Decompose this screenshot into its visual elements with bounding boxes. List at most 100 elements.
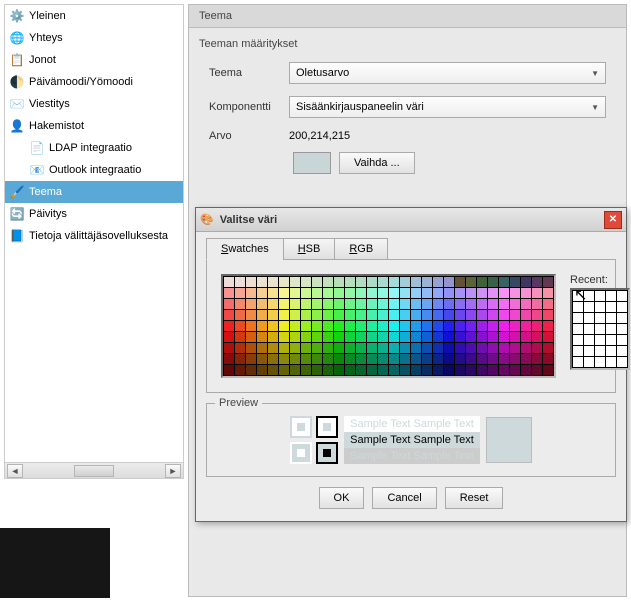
color-swatch[interactable]: [532, 277, 542, 287]
sidebar-item-teema[interactable]: 🖌️Teema: [5, 181, 183, 203]
color-swatch[interactable]: [389, 365, 399, 375]
color-swatch[interactable]: [235, 365, 245, 375]
color-swatch[interactable]: [301, 277, 311, 287]
color-swatch[interactable]: [378, 277, 388, 287]
color-swatch[interactable]: [400, 288, 410, 298]
color-swatch[interactable]: [477, 299, 487, 309]
color-swatch[interactable]: [400, 299, 410, 309]
color-swatch[interactable]: [268, 321, 278, 331]
recent-swatch[interactable]: [606, 291, 616, 301]
color-swatch[interactable]: [389, 277, 399, 287]
color-swatch[interactable]: [389, 321, 399, 331]
recent-swatch[interactable]: [573, 357, 583, 367]
color-swatch[interactable]: [323, 299, 333, 309]
color-swatch[interactable]: [323, 343, 333, 353]
color-swatch[interactable]: [389, 310, 399, 320]
tab-rgb[interactable]: RGB: [334, 238, 388, 260]
color-swatch[interactable]: [444, 354, 454, 364]
sidebar-item-p-iv-moodi-y-moodi[interactable]: 🌓Päivämoodi/Yömoodi: [5, 71, 183, 93]
recent-swatch[interactable]: [584, 313, 594, 323]
color-swatch[interactable]: [235, 299, 245, 309]
color-swatch[interactable]: [433, 332, 443, 342]
color-swatch[interactable]: [279, 354, 289, 364]
recent-swatch[interactable]: [595, 346, 605, 356]
color-swatch[interactable]: [444, 343, 454, 353]
color-swatch[interactable]: [499, 288, 509, 298]
color-swatch[interactable]: [367, 299, 377, 309]
sidebar-item-outlook-integraatio[interactable]: 📧Outlook integraatio: [5, 159, 183, 181]
color-swatch[interactable]: [356, 365, 366, 375]
color-swatch[interactable]: [422, 321, 432, 331]
color-swatch[interactable]: [510, 332, 520, 342]
color-swatch[interactable]: [235, 310, 245, 320]
color-swatch[interactable]: [334, 354, 344, 364]
color-swatch[interactable]: [323, 277, 333, 287]
color-swatch[interactable]: [444, 321, 454, 331]
color-swatch[interactable]: [444, 310, 454, 320]
recent-swatch[interactable]: [606, 313, 616, 323]
color-swatch[interactable]: [268, 288, 278, 298]
color-swatch[interactable]: [488, 310, 498, 320]
color-swatch[interactable]: [455, 299, 465, 309]
sidebar-item-yleinen[interactable]: ⚙️Yleinen: [5, 5, 183, 27]
recent-swatch[interactable]: [595, 357, 605, 367]
recent-swatch[interactable]: [584, 302, 594, 312]
color-swatch[interactable]: [521, 343, 531, 353]
recent-swatch[interactable]: [584, 346, 594, 356]
color-swatch[interactable]: [312, 321, 322, 331]
color-swatch[interactable]: [224, 332, 234, 342]
color-swatch[interactable]: [356, 310, 366, 320]
color-swatch[interactable]: [367, 288, 377, 298]
color-swatch[interactable]: [521, 321, 531, 331]
color-swatch[interactable]: [235, 288, 245, 298]
color-swatch[interactable]: [235, 321, 245, 331]
color-swatch[interactable]: [334, 332, 344, 342]
color-swatch[interactable]: [378, 354, 388, 364]
color-swatch[interactable]: [246, 310, 256, 320]
color-swatch[interactable]: [224, 288, 234, 298]
color-swatch[interactable]: [224, 321, 234, 331]
color-swatch[interactable]: [532, 332, 542, 342]
color-swatch[interactable]: [543, 321, 553, 331]
color-swatch[interactable]: [367, 343, 377, 353]
color-swatch[interactable]: [499, 332, 509, 342]
color-swatch[interactable]: [257, 321, 267, 331]
recent-swatch[interactable]: [595, 335, 605, 345]
color-swatch[interactable]: [378, 310, 388, 320]
color-swatch[interactable]: [345, 343, 355, 353]
color-swatch[interactable]: [543, 343, 553, 353]
color-swatch[interactable]: [411, 343, 421, 353]
recent-swatch[interactable]: [573, 291, 583, 301]
color-swatch[interactable]: [279, 299, 289, 309]
recent-swatch[interactable]: [617, 324, 627, 334]
color-swatch[interactable]: [367, 310, 377, 320]
color-swatch[interactable]: [224, 343, 234, 353]
color-swatch[interactable]: [499, 321, 509, 331]
color-swatch[interactable]: [477, 277, 487, 287]
color-swatch[interactable]: [400, 354, 410, 364]
color-swatch[interactable]: [356, 354, 366, 364]
color-swatch[interactable]: [224, 299, 234, 309]
color-swatch[interactable]: [499, 310, 509, 320]
color-swatch[interactable]: [499, 299, 509, 309]
color-swatch[interactable]: [246, 343, 256, 353]
color-swatch[interactable]: [488, 354, 498, 364]
color-swatch[interactable]: [455, 332, 465, 342]
color-swatch[interactable]: [455, 354, 465, 364]
color-swatch[interactable]: [499, 354, 509, 364]
recent-swatch[interactable]: [606, 335, 616, 345]
color-swatch[interactable]: [356, 299, 366, 309]
color-swatch[interactable]: [345, 354, 355, 364]
color-swatch[interactable]: [290, 310, 300, 320]
recent-swatch[interactable]: [595, 313, 605, 323]
color-swatch[interactable]: [257, 310, 267, 320]
color-swatch[interactable]: [521, 299, 531, 309]
color-swatch[interactable]: [323, 288, 333, 298]
color-swatch[interactable]: [345, 321, 355, 331]
color-swatch[interactable]: [312, 343, 322, 353]
recent-swatch[interactable]: [573, 324, 583, 334]
recent-swatch[interactable]: [617, 335, 627, 345]
color-swatch[interactable]: [301, 321, 311, 331]
color-swatch[interactable]: [455, 321, 465, 331]
tab-hsb[interactable]: HSB: [283, 238, 336, 260]
